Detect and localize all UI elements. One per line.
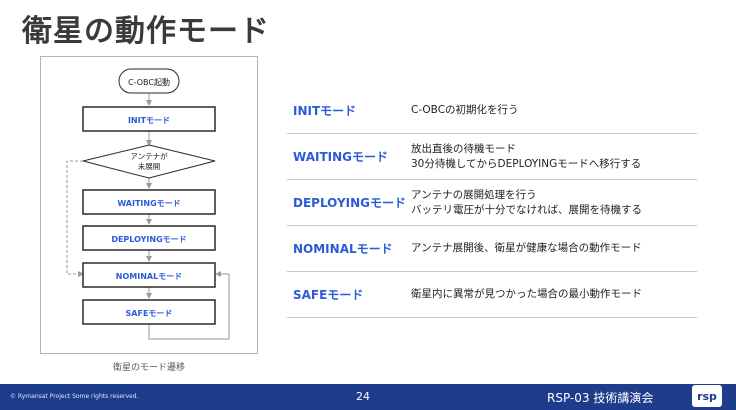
mode-table: INITモード C-OBCの初期化を行う WAITINGモード 放出直後の待機モ…	[287, 88, 697, 318]
description-line: アンテナ展開後、衛星が健康な場合の動作モード	[411, 242, 642, 254]
table-row: SAFEモード 衛星内に異常が見つかった場合の最小動作モード	[287, 272, 697, 318]
mode-name: DEPLOYINGモード	[293, 196, 406, 210]
mode-description: C-OBCの初期化を行う	[411, 103, 519, 118]
decision-label-line1: アンテナが	[130, 151, 168, 161]
mode-name: INITモード	[293, 104, 357, 118]
nominal-node-label: NOMINALモード	[116, 272, 182, 281]
page-number: 24	[356, 390, 370, 403]
mode-description: 放出直後の待機モード 30分待機してからDEPLOYINGモードへ移行する	[411, 142, 641, 172]
table-row: DEPLOYINGモード アンテナの展開処理を行う バッテリ電圧が十分でなければ…	[287, 180, 697, 226]
mode-description: アンテナ展開後、衛星が健康な場合の動作モード	[411, 241, 642, 256]
description-line: バッテリ電圧が十分でなければ、展開を待機する	[411, 203, 642, 216]
page-title: 衛星の動作モード	[22, 14, 270, 49]
mode-name: NOMINALモード	[293, 242, 393, 256]
description-line: アンテナの展開処理を行う	[411, 188, 537, 201]
decision-label-line2: 未展開	[138, 161, 161, 171]
description-line: 放出直後の待機モード	[411, 142, 516, 155]
description-line: 衛星内に異常が見つかった場合の最小動作モード	[411, 288, 642, 300]
flowchart-svg: C-OBC起動 INITモード アンテナが 未展開 WAITINGモード DEP…	[66, 68, 230, 340]
event-name: RSP-03 技術講演会	[547, 391, 654, 405]
start-node-label: C-OBC起動	[128, 78, 170, 87]
table-row: WAITINGモード 放出直後の待機モード 30分待機してからDEPLOYING…	[287, 134, 697, 180]
logo-text: rsp	[697, 389, 717, 403]
safe-node-label: SAFEモード	[126, 309, 173, 318]
waiting-node-label: WAITINGモード	[117, 199, 180, 208]
mode-description: アンテナの展開処理を行う バッテリ電圧が十分でなければ、展開を待機する	[411, 188, 642, 218]
diagram-caption: 衛星のモード遷移	[112, 363, 185, 373]
footer-bar: © Rymansat Project Some rights reserved.…	[0, 384, 736, 410]
mode-name: SAFEモード	[293, 288, 364, 302]
table-row: NOMINALモード アンテナ展開後、衛星が健康な場合の動作モード	[287, 226, 697, 272]
arrow-decision-bypass	[66, 160, 84, 277]
mode-description: 衛星内に異常が見つかった場合の最小動作モード	[411, 287, 642, 302]
table-row: INITモード C-OBCの初期化を行う	[287, 88, 697, 134]
description-line: C-OBCの初期化を行う	[411, 104, 519, 116]
rsp-logo-icon: rsp	[692, 385, 722, 407]
mode-name: WAITINGモード	[293, 150, 388, 164]
deploying-node-label: DEPLOYINGモード	[111, 235, 186, 244]
copyright-text: © Rymansat Project Some rights reserved.	[10, 393, 139, 400]
description-line: 30分待機してからDEPLOYINGモードへ移行する	[411, 157, 642, 170]
init-node-label: INITモード	[128, 116, 170, 125]
mode-transition-diagram: C-OBC起動 INITモード アンテナが 未展開 WAITINGモード DEP…	[40, 56, 258, 354]
